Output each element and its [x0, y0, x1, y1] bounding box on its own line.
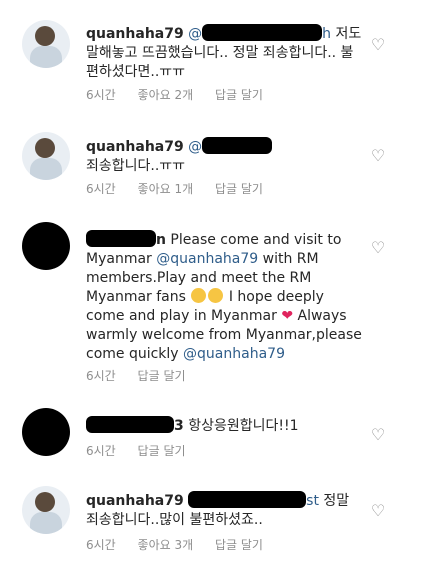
reply-button[interactable]: 답글 달기 [138, 369, 186, 383]
smile-emoji-icon [208, 288, 224, 303]
comment-meta: 6시간 답글 달기 [86, 367, 204, 384]
heart-outline-icon[interactable]: ♡ [370, 240, 386, 256]
username[interactable]: quanhaha79 [86, 493, 184, 509]
likes-count[interactable]: 좋아요 2개 [138, 88, 194, 102]
likes-count[interactable]: 좋아요 1개 [138, 182, 194, 196]
comment-text: quanhaha79 @ 죄송합니다..ㅠㅠ [86, 137, 364, 176]
mention[interactable]: @quanhaha79 [156, 251, 258, 267]
username[interactable]: quanhaha79 [86, 139, 184, 155]
comment-text: quanhaha79 @ h 저도 말해놓고 뜨끔했습니다.. 정말 죄송합니다.… [86, 24, 364, 82]
reply-button[interactable]: 답글 달기 [138, 444, 186, 458]
avatar[interactable] [22, 408, 70, 456]
mention[interactable]: @ h [188, 24, 331, 42]
mention[interactable]: @ [188, 137, 273, 155]
timestamp: 6시간 [86, 444, 116, 458]
username[interactable]: n [156, 232, 166, 248]
comment-text: n Please come and visit to Myanmar @quan… [86, 230, 362, 362]
timestamp: 6시간 [86, 88, 116, 102]
heart-outline-icon[interactable]: ♡ [370, 148, 386, 164]
comment-meta: 6시간 답글 달기 [86, 442, 204, 459]
heart-outline-icon[interactable]: ♡ [370, 503, 386, 519]
reply-button[interactable]: 답글 달기 [215, 182, 263, 196]
mention[interactable]: @quanhaha79 [183, 346, 285, 362]
heart-outline-icon[interactable]: ♡ [370, 37, 386, 53]
timestamp: 6시간 [86, 182, 116, 196]
comment-body: 죄송합니다..ㅠㅠ [86, 158, 186, 174]
mention[interactable]: st [188, 491, 319, 509]
username-redacted [86, 416, 174, 433]
heart-outline-icon[interactable]: ♡ [370, 427, 386, 443]
comment-meta: 6시간 좋아요 2개 답글 달기 [86, 86, 281, 103]
username[interactable]: quanhaha79 [86, 26, 184, 42]
likes-count[interactable]: 좋아요 3개 [138, 538, 194, 552]
comment-text: quanhaha79 st 정말 죄송합니다..많이 불편하셨죠.. [86, 491, 364, 530]
reply-button[interactable]: 답글 달기 [215, 88, 263, 102]
comment-meta: 6시간 좋아요 1개 답글 달기 [86, 180, 281, 197]
avatar[interactable] [22, 132, 70, 180]
username-redacted [86, 230, 156, 247]
comment-text: 3 항상응원합니다!!1 [86, 416, 364, 436]
comment-meta: 6시간 좋아요 3개 답글 달기 [86, 536, 281, 553]
comment-body: 항상응원합니다!!1 [188, 418, 299, 434]
avatar[interactable] [22, 20, 70, 68]
avatar[interactable] [22, 486, 70, 534]
username[interactable]: 3 [174, 418, 184, 434]
timestamp: 6시간 [86, 369, 116, 383]
smile-emoji-icon [191, 288, 207, 303]
avatar[interactable] [22, 222, 70, 270]
red-heart-icon: ❤ [281, 308, 294, 324]
reply-button[interactable]: 답글 달기 [215, 538, 263, 552]
timestamp: 6시간 [86, 538, 116, 552]
